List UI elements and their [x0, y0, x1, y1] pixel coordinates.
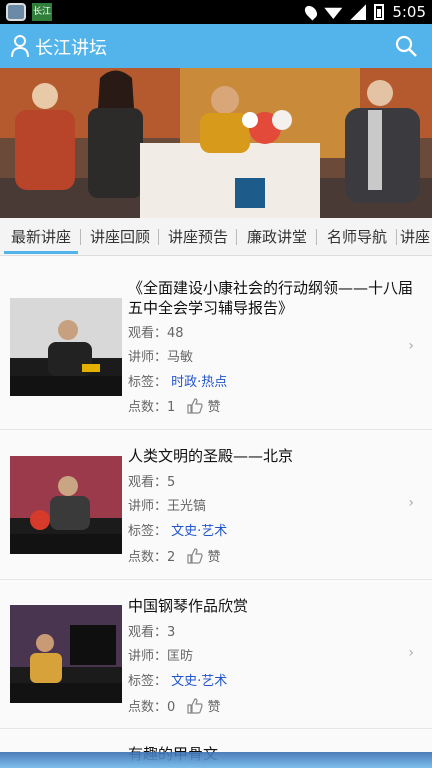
like-button[interactable]: 赞 — [207, 550, 220, 565]
lecture-views: 观看：48 — [128, 322, 184, 341]
lecture-tags: 标签： 文史·艺术 — [128, 670, 227, 689]
views-label: 观看： — [128, 475, 168, 490]
app-notification-icon-green: 长江 — [32, 3, 52, 21]
lecture-thumbnail — [10, 298, 122, 396]
like-button[interactable]: 赞 — [207, 400, 220, 415]
lecture-tags: 标签： 文史·艺术 — [128, 520, 227, 539]
lecture-title[interactable]: 中国钢琴作品欣赏 — [128, 596, 424, 616]
banner-image — [0, 68, 432, 218]
chevron-right-icon: › — [408, 495, 414, 511]
battery-icon — [374, 4, 385, 20]
signal-icon — [350, 4, 367, 20]
lecture-speaker: 讲师：王光镐 — [128, 495, 206, 514]
speaker-label: 讲师： — [128, 350, 168, 365]
lecture-speaker: 讲师：匡昉 — [128, 645, 193, 664]
status-bar: 长江 5:05 — [0, 0, 432, 24]
list-item[interactable]: 中国钢琴作品欣赏 观看：3 讲师：匡昉 标签： 文史·艺术 点数：0 赞 › — [0, 581, 432, 729]
tab-divider — [80, 229, 81, 245]
tab-preview[interactable]: 讲座预告 — [162, 218, 234, 255]
category-tabs: 最新讲座 讲座回顾 讲座预告 廉政讲堂 名师导航 讲座 — [0, 218, 432, 256]
tags-label: 标签： — [128, 375, 168, 390]
views-value: 5 — [167, 475, 176, 490]
lecture-thumbnail — [10, 605, 122, 703]
chevron-right-icon: › — [408, 338, 414, 354]
tab-divider — [158, 229, 159, 245]
search-icon[interactable] — [394, 34, 418, 58]
status-right: 5:05 — [302, 3, 426, 21]
like-button[interactable]: 赞 — [207, 700, 220, 715]
app-bar: 长江讲坛 — [0, 24, 432, 68]
lecture-views: 观看：3 — [128, 621, 175, 640]
speaker-label: 讲师： — [128, 499, 168, 514]
chevron-right-icon: › — [408, 645, 414, 661]
lecture-thumbnail — [10, 456, 122, 554]
banner-carousel[interactable] — [0, 68, 432, 218]
list-item[interactable]: 人类文明的圣殿——北京 观看：5 讲师：王光镐 标签： 文史·艺术 点数：2 赞… — [0, 431, 432, 580]
app-notification-icon — [6, 3, 26, 21]
likes-value: 2 — [167, 550, 176, 565]
lecture-title[interactable]: 人类文明的圣殿——北京 — [128, 446, 424, 466]
speaker-value: 匡昉 — [167, 649, 194, 664]
status-left: 长江 — [6, 3, 52, 21]
likes-value: 0 — [167, 700, 176, 715]
speaker-value: 王光镐 — [167, 499, 207, 514]
tab-more[interactable]: 讲座 — [400, 218, 432, 255]
tag-link[interactable]: 文史·艺术 — [171, 674, 227, 689]
tab-teachers[interactable]: 名师导航 — [320, 218, 394, 255]
lecture-speaker: 讲师：马敏 — [128, 346, 193, 365]
lecture-likes: 点数：0 赞 — [128, 696, 220, 715]
lecture-title[interactable]: 《全面建设小康社会的行动纲领——十八届五中全会学习辅导报告》 — [128, 278, 424, 318]
views-label: 观看： — [128, 625, 168, 640]
tab-review[interactable]: 讲座回顾 — [84, 218, 156, 255]
tab-latest[interactable]: 最新讲座 — [4, 218, 78, 254]
thumbs-up-icon[interactable] — [187, 398, 204, 414]
likes-label: 点数： — [128, 550, 168, 565]
likes-label: 点数： — [128, 700, 168, 715]
wifi-icon — [324, 7, 343, 19]
lecture-likes: 点数：2 赞 — [128, 546, 220, 565]
speaker-label: 讲师： — [128, 649, 168, 664]
status-time: 5:05 — [392, 3, 426, 21]
likes-label: 点数： — [128, 400, 168, 415]
views-label: 观看： — [128, 326, 168, 341]
thumbs-up-icon[interactable] — [187, 698, 204, 714]
tab-divider — [236, 229, 237, 245]
speaker-value: 马敏 — [167, 350, 194, 365]
tag-link[interactable]: 文史·艺术 — [171, 524, 227, 539]
location-icon — [302, 3, 320, 21]
tags-label: 标签： — [128, 524, 168, 539]
tab-divider — [316, 229, 317, 245]
list-item[interactable]: 《全面建设小康社会的行动纲领——十八届五中全会学习辅导报告》 观看：48 讲师：… — [0, 276, 432, 430]
lecture-views: 观看：5 — [128, 471, 175, 490]
tab-divider — [396, 229, 397, 245]
lecture-likes: 点数：1 赞 — [128, 396, 220, 415]
tab-integrity[interactable]: 廉政讲堂 — [240, 218, 314, 255]
lecture-list: 《全面建设小康社会的行动纲领——十八届五中全会学习辅导报告》 观看：48 讲师：… — [0, 256, 432, 768]
thumbs-up-icon[interactable] — [187, 548, 204, 564]
lecture-tags: 标签： 时政·热点 — [128, 371, 227, 390]
app-title: 长江讲坛 — [35, 38, 107, 59]
likes-value: 1 — [167, 400, 176, 415]
bottom-edge — [0, 752, 432, 768]
views-value: 48 — [167, 326, 184, 341]
tags-label: 标签： — [128, 674, 168, 689]
views-value: 3 — [167, 625, 176, 640]
tag-link[interactable]: 时政·热点 — [171, 375, 227, 390]
user-icon[interactable] — [10, 34, 30, 58]
